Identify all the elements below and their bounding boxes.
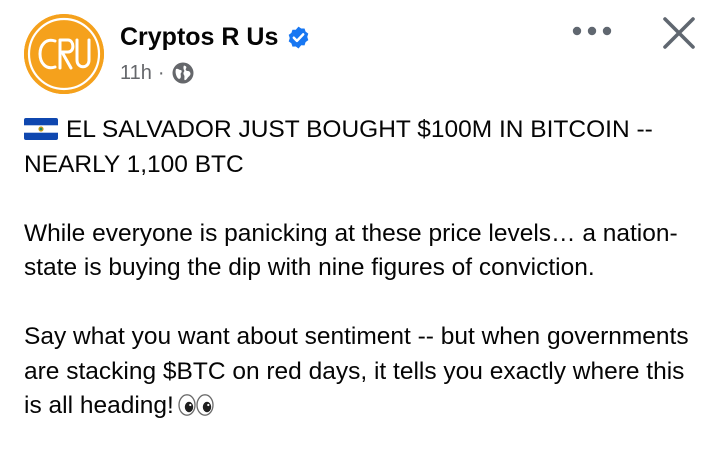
author-name[interactable]: Cryptos R Us [120, 22, 278, 52]
eyes-emoji-icon [178, 394, 214, 416]
el-salvador-flag-icon [24, 118, 58, 140]
author-avatar[interactable] [24, 14, 104, 94]
more-options-icon [572, 26, 612, 36]
cru-logo [24, 14, 104, 94]
post-headline: EL SALVADOR JUST BOUGHT $100M IN BITCOIN… [24, 116, 653, 178]
close-button[interactable] [656, 10, 702, 56]
close-icon [663, 17, 695, 49]
more-options-button[interactable] [570, 16, 614, 46]
post-paragraph-1: While everyone is panicking at these pri… [24, 219, 678, 282]
author-row: Cryptos R Us [120, 20, 311, 54]
post-meta: 11h · [120, 60, 195, 86]
post-headline-paragraph: EL SALVADOR JUST BOUGHT $100M IN BITCOIN… [24, 113, 694, 182]
post-timestamp[interactable]: 11h [120, 62, 152, 85]
post-paragraph-2: Say what you want about sentiment -- but… [24, 323, 689, 419]
post-header: Cryptos R Us 11h · [0, 0, 705, 110]
meta-separator: · [157, 61, 165, 84]
post-paragraph-2-wrap: Say what you want about sentiment -- but… [24, 320, 694, 424]
globe-icon[interactable] [171, 61, 195, 85]
verified-badge-icon [286, 25, 311, 50]
post-body: EL SALVADOR JUST BOUGHT $100M IN BITCOIN… [24, 113, 694, 424]
